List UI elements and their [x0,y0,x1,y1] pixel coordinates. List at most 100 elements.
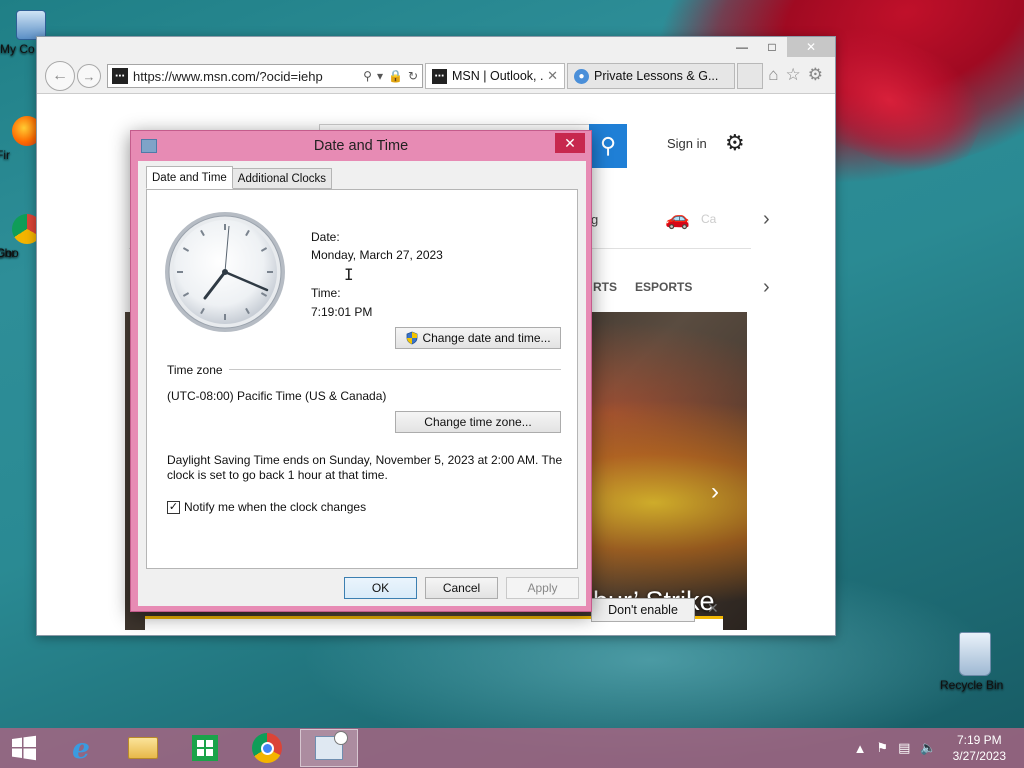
tab-additional-clocks[interactable]: Additional Clocks [231,168,333,189]
browser-tab-lessons[interactable]: ● Private Lessons & G... [567,63,735,89]
address-bar[interactable]: ⋯ https://www.msn.com/?ocid=iehp ⚲ ▾ 🔒 ↻ [107,64,423,88]
dropdown-icon[interactable]: ▾ [377,69,383,83]
tab-title: MSN | Outlook, ... [452,69,544,83]
dont-enable-button[interactable]: Don't enable [591,598,695,622]
taskbar-ie-button[interactable]: e [52,729,110,767]
section-divider [229,369,561,370]
taskbar-file-explorer-button[interactable] [114,729,172,767]
dst-info-line-1: Daylight Saving Time ends on Sunday, Nov… [167,453,563,467]
tray-clock[interactable]: 7:19 PM 3/27/2023 [953,732,1006,764]
dialog-title: Date and Time [313,138,409,154]
search-icon[interactable]: ⚲ [363,69,372,83]
date-value: Monday, March 27, 2023 [311,248,443,262]
recycle-bin-icon [959,632,991,676]
button-label: OK [371,581,390,595]
msn-tab-icon: ⋯ [432,68,447,84]
dialog-close-button[interactable]: ✕ [555,133,585,153]
button-label: Change time zone... [424,415,532,429]
uac-shield-icon [407,331,418,345]
carousel-next-icon[interactable]: › [711,478,719,506]
maximize-button[interactable]: □ [757,37,787,57]
gear-icon[interactable]: ⚙ [808,65,823,85]
nav-item-fragment[interactable]: Ca [701,212,716,226]
new-tab-button[interactable] [737,63,763,89]
calendar-clock-icon [315,731,348,760]
dst-info-line-2: clock is set to go back 1 hour at that t… [167,468,388,482]
button-label: Cancel [442,581,481,595]
change-time-zone-button[interactable]: Change time zone... [395,411,561,433]
notify-checkbox-label[interactable]: Notify me when the clock changes [184,500,366,514]
dialog-tabs: Date and Time Additional Clocks [146,166,333,191]
analog-clock-icon [165,212,285,332]
nav-item-fragment[interactable]: g [591,212,598,227]
nav-sports-fragment[interactable]: RTS [593,280,617,294]
close-tab-icon[interactable]: ✕ [547,68,558,84]
browser-close-button[interactable]: ✕ [787,37,835,57]
forward-button[interactable]: → [77,64,101,88]
desktop-icon-label: Fir [0,148,10,162]
dialog-titlebar[interactable]: Date and Time ✕ [131,131,591,161]
show-hidden-icons-icon[interactable]: ▲ [854,741,867,756]
chevron-right-icon[interactable]: › [763,276,770,299]
msn-favicon: ⋯ [112,68,128,84]
windows-logo-icon [12,735,36,761]
browser-navbar: ← → ⋯ https://www.msn.com/?ocid=iehp ⚲ ▾… [37,59,835,93]
action-center-flag-icon[interactable]: ⚑ [876,740,888,756]
cancel-button[interactable]: Cancel [425,577,498,599]
date-time-dialog: Date and Time ✕ Date and Time Additional… [130,130,592,612]
notification-close-icon[interactable]: ✕ [707,600,719,617]
minimize-button[interactable]: — [727,37,757,57]
search-icon: ⚲ [599,133,617,158]
network-icon[interactable]: ▤ [898,740,910,756]
system-tray: ▲ ⚑ ▤ 🔈 7:19 PM 3/27/2023 [854,728,1006,768]
folder-icon [128,737,158,759]
taskbar: e ▲ ⚑ ▤ 🔈 7:19 PM 3/27/2023 [0,728,1024,768]
date-time-panel: Date: Monday, March 27, 2023 I Time: 7:1… [146,189,578,569]
settings-gear-icon[interactable]: ⚙ [725,130,745,156]
internet-explorer-icon: e [72,731,90,765]
dialog-body: Date and Time Additional Clocks Date: Mo… [138,161,586,606]
start-button[interactable] [0,728,48,768]
tray-time: 7:19 PM [956,733,1002,747]
date-label: Date: [311,230,340,244]
desktop-icon-label: Chr [0,246,16,260]
desktop-icon-label: Recycle Bin [940,678,1004,692]
taskbar-date-time-button[interactable] [300,729,358,767]
browser-tab-msn[interactable]: ⋯ MSN | Outlook, ... ✕ [425,63,565,89]
tray-date: 3/27/2023 [952,749,1006,763]
sign-in-link[interactable]: Sign in [667,136,707,151]
time-value: 7:19:01 PM [311,305,373,319]
lessons-tab-icon: ● [574,68,589,84]
text-cursor-icon: I [344,265,354,284]
nav-esports[interactable]: ESPORTS [635,280,692,294]
timezone-header: Time zone [167,363,223,377]
store-icon [192,735,218,761]
notify-checkbox[interactable]: ✓ [167,501,180,514]
desktop-icon-recycle-bin[interactable]: Recycle Bin [940,632,1010,692]
taskbar-chrome-button[interactable] [238,729,296,767]
lock-icon[interactable]: 🔒 [388,69,403,83]
volume-muted-icon[interactable]: 🔈 [920,740,936,756]
chevron-right-icon[interactable]: › [763,208,770,231]
back-button[interactable]: ← [45,61,75,91]
chrome-icon [252,733,282,763]
change-date-time-button[interactable]: Change date and time... [395,327,561,349]
timezone-value: (UTC-08:00) Pacific Time (US & Canada) [167,389,387,403]
arrow-left-icon: ← [52,67,68,84]
button-label: Change date and time... [422,331,551,345]
taskbar-store-button[interactable] [176,729,234,767]
car-icon: 🚗 [665,208,690,230]
arrow-right-icon: → [82,68,96,84]
desktop-icon-label: My Co [0,42,35,56]
browser-titlebar: — □ ✕ [37,37,835,59]
tab-date-and-time[interactable]: Date and Time [146,166,233,189]
refresh-icon[interactable]: ↻ [408,69,418,83]
ok-button[interactable]: OK [344,577,417,599]
time-label: Time: [311,286,341,300]
home-icon[interactable]: ⌂ [768,65,778,85]
apply-button[interactable]: Apply [506,577,579,599]
button-label: Apply [527,581,558,595]
tab-title: Private Lessons & G... [594,69,719,83]
favorites-star-icon[interactable]: ☆ [786,65,801,85]
msn-search-button[interactable]: ⚲ [589,124,627,168]
